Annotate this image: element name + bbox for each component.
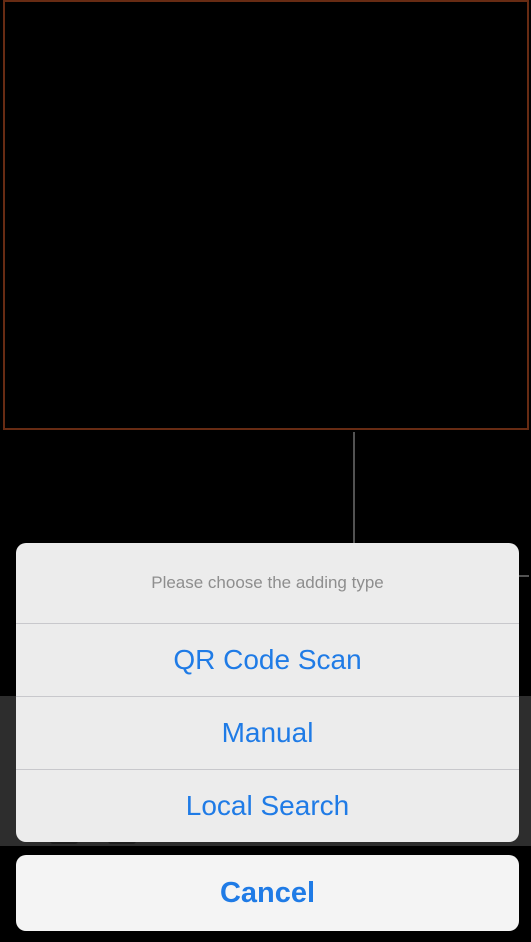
cancel-button[interactable]: Cancel [16, 855, 519, 931]
app-screen: Please choose the adding type QR Code Sc… [0, 0, 531, 942]
local-search-button[interactable]: Local Search [16, 770, 519, 842]
action-sheet: Please choose the adding type QR Code Sc… [16, 543, 519, 842]
manual-button[interactable]: Manual [16, 697, 519, 770]
qr-code-scan-button[interactable]: QR Code Scan [16, 624, 519, 697]
action-sheet-title: Please choose the adding type [16, 543, 519, 624]
